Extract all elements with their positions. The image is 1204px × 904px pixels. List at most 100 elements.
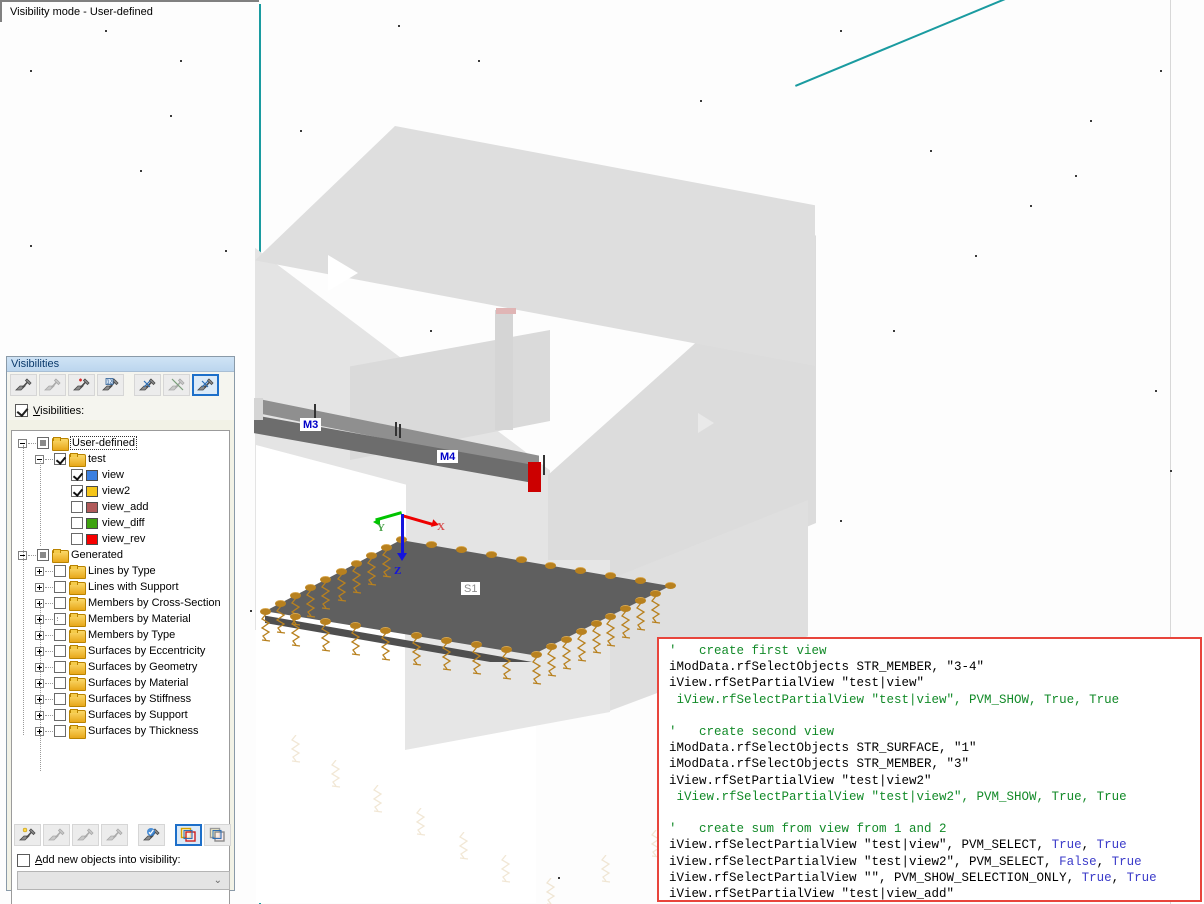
grid-dot bbox=[398, 25, 400, 27]
elastic-support-spring bbox=[546, 649, 556, 675]
tree-checkbox[interactable] bbox=[37, 437, 49, 449]
elastic-support-node bbox=[290, 613, 301, 620]
tree-item-members-by-material[interactable]: Members by Material bbox=[12, 611, 229, 627]
tree-checkbox[interactable] bbox=[54, 661, 66, 673]
tree-item-view[interactable]: view bbox=[12, 467, 229, 483]
tree-item-label: view_diff bbox=[102, 517, 145, 529]
code-token: True bbox=[1052, 838, 1082, 852]
new-visibility-icon[interactable] bbox=[10, 374, 37, 396]
tree-item-members-by-cross-section[interactable]: Members by Cross-Section bbox=[12, 595, 229, 611]
tree-item-surfaces-by-geometry[interactable]: Surfaces by Geometry bbox=[12, 659, 229, 675]
elastic-support-node bbox=[605, 613, 616, 620]
check-visibility-icon[interactable] bbox=[138, 824, 165, 846]
new-object-visibility-icon[interactable] bbox=[14, 824, 41, 846]
tree-item-label: Surfaces by Geometry bbox=[88, 661, 197, 673]
tree-checkbox[interactable] bbox=[71, 485, 83, 497]
tree-checkbox[interactable] bbox=[54, 565, 66, 577]
grid-dot bbox=[430, 330, 432, 332]
axis-z-arrow bbox=[401, 514, 404, 556]
tree-checkbox[interactable] bbox=[54, 693, 66, 705]
export-object-visibility-icon[interactable] bbox=[101, 824, 128, 846]
tree-expander-plus-icon[interactable] bbox=[35, 583, 44, 592]
grid-dot bbox=[893, 330, 895, 332]
tree-connector bbox=[45, 683, 53, 684]
elastic-support-node bbox=[605, 572, 616, 579]
tree-item-surfaces-by-thickness[interactable]: Surfaces by Thickness bbox=[12, 723, 229, 739]
tree-item-user-defined[interactable]: User-defined bbox=[12, 435, 229, 451]
tree-item-view-rev[interactable]: view_rev bbox=[12, 531, 229, 547]
elastic-support-spring bbox=[531, 657, 541, 683]
tree-item-lines-with-support[interactable]: Lines with Support bbox=[12, 579, 229, 595]
edit-object-visibility-icon[interactable] bbox=[43, 824, 70, 846]
tree-item-surfaces-by-eccentricity[interactable]: Surfaces by Eccentricity bbox=[12, 643, 229, 659]
elastic-support-spring bbox=[275, 606, 285, 632]
code-token: , bbox=[1112, 871, 1127, 885]
tree-checkbox[interactable] bbox=[54, 597, 66, 609]
tree-connector bbox=[45, 731, 53, 732]
elastic-support-node bbox=[426, 541, 437, 548]
tree-item-generated[interactable]: Generated bbox=[12, 547, 229, 563]
grid-dot bbox=[558, 877, 560, 879]
layer-visibility-icon[interactable] bbox=[204, 824, 231, 846]
tree-checkbox[interactable] bbox=[54, 613, 66, 625]
tree-item-surfaces-by-material[interactable]: Surfaces by Material bbox=[12, 675, 229, 691]
numbered-visibility-icon[interactable]: 12 bbox=[97, 374, 124, 396]
tree-item-view2[interactable]: view2 bbox=[12, 483, 229, 499]
tree-checkbox[interactable] bbox=[37, 549, 49, 561]
visibilities-tree-rows: User-definedtestviewview2view_add view_di… bbox=[12, 431, 229, 739]
member-division-tick bbox=[399, 424, 401, 438]
tree-checkbox[interactable] bbox=[54, 709, 66, 721]
tree-item-test[interactable]: test bbox=[12, 451, 229, 467]
tree-item-surfaces-by-support[interactable]: Surfaces by Support bbox=[12, 707, 229, 723]
tree-item-members-by-type[interactable]: Members by Type bbox=[12, 627, 229, 643]
grid-dot bbox=[180, 60, 182, 62]
tree-connector bbox=[45, 603, 53, 604]
add-objects-checkbox[interactable] bbox=[17, 854, 30, 867]
folder-icon bbox=[69, 629, 84, 641]
elastic-support-spring bbox=[350, 628, 360, 654]
member-label-m3[interactable]: M3 bbox=[300, 418, 321, 431]
tree-checkbox[interactable] bbox=[71, 533, 83, 545]
tree-item-surfaces-by-stiffness[interactable]: Surfaces by Stiffness bbox=[12, 691, 229, 707]
tree-checkbox[interactable] bbox=[54, 677, 66, 689]
tree-item-view-diff[interactable]: view_diff bbox=[12, 515, 229, 531]
code-token: iModData.rfSelectObjects STR_MEMBER, "3" bbox=[669, 757, 969, 771]
tree-checkbox[interactable] bbox=[54, 453, 66, 465]
visibilities-checkbox[interactable] bbox=[15, 404, 28, 417]
tree-checkbox[interactable] bbox=[71, 517, 83, 529]
disable-visibility-icon[interactable] bbox=[163, 374, 190, 396]
tree-connector bbox=[28, 555, 36, 556]
tree-item-view-add[interactable]: view_add bbox=[12, 499, 229, 515]
visibility-mode-status: Visibility mode - User-defined bbox=[0, 0, 259, 22]
elastic-support-spring bbox=[471, 647, 481, 673]
tree-checkbox[interactable] bbox=[54, 725, 66, 737]
add-objects-dropdown[interactable]: ⌄ bbox=[17, 871, 230, 890]
tree-checkbox[interactable] bbox=[54, 581, 66, 593]
elastic-support-node bbox=[260, 608, 271, 615]
add-visibility-icon[interactable] bbox=[68, 374, 95, 396]
tree-checkbox[interactable] bbox=[54, 645, 66, 657]
member-label-m4[interactable]: M4 bbox=[437, 450, 458, 463]
tree-expander-plus-icon[interactable] bbox=[35, 567, 44, 576]
color-swatch bbox=[86, 518, 98, 529]
delete-object-visibility-icon[interactable] bbox=[72, 824, 99, 846]
edit-visibility-icon[interactable] bbox=[39, 374, 66, 396]
code-token: , bbox=[1082, 838, 1097, 852]
tree-checkbox[interactable] bbox=[71, 501, 83, 513]
tree-connector bbox=[45, 667, 53, 668]
surface-label-s1[interactable]: S1 bbox=[461, 582, 480, 595]
tree-checkbox[interactable] bbox=[54, 629, 66, 641]
tree-connector-line bbox=[57, 617, 58, 621]
overlay-visibility-icon[interactable] bbox=[175, 824, 202, 846]
elastic-support-spring bbox=[380, 633, 390, 659]
axis-z-label: Z bbox=[394, 565, 401, 577]
folder-icon bbox=[69, 709, 84, 721]
visibility-mode-icon[interactable] bbox=[192, 374, 219, 396]
nodal-support-red[interactable] bbox=[528, 462, 541, 492]
tree-checkbox[interactable] bbox=[71, 469, 83, 481]
grid-dot bbox=[930, 150, 932, 152]
visibilities-panel-title[interactable]: Visibilities bbox=[7, 357, 234, 372]
tree-item-lines-by-type[interactable]: Lines by Type bbox=[12, 563, 229, 579]
color-swatch bbox=[86, 534, 98, 545]
apply-visibility-icon[interactable] bbox=[134, 374, 161, 396]
